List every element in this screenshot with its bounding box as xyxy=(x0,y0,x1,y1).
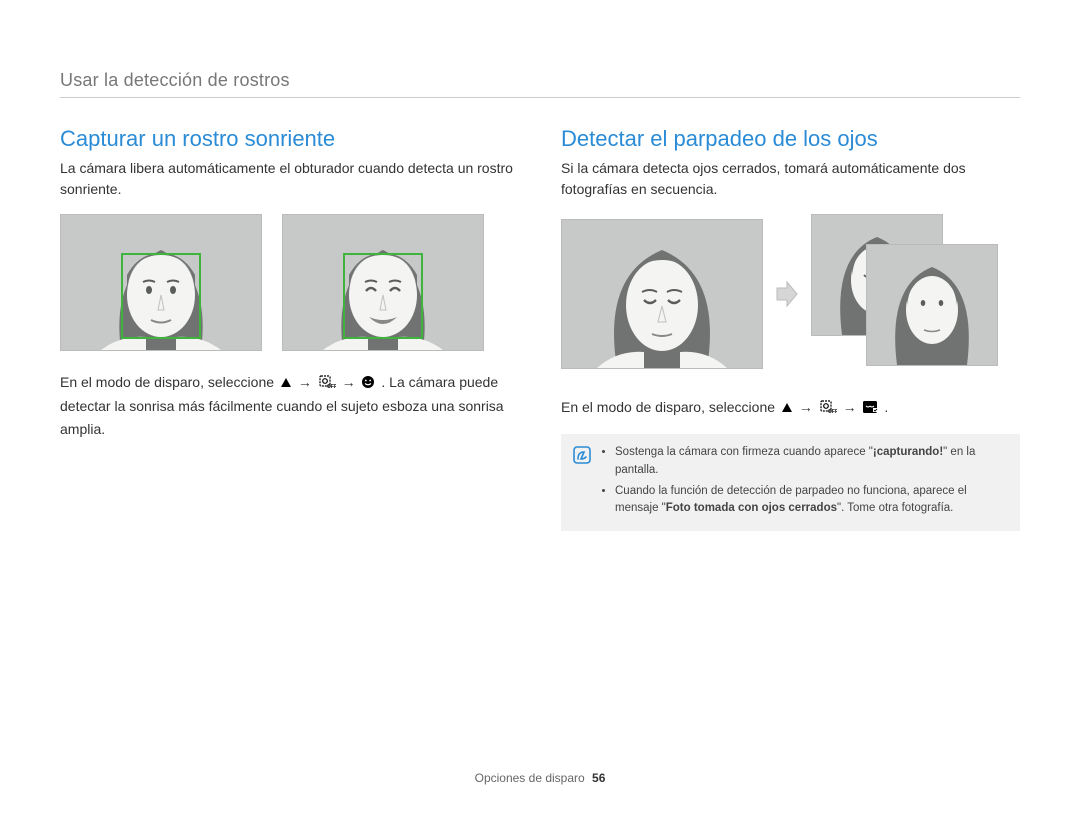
face-detect-box xyxy=(121,253,201,339)
sequence-frame-2 xyxy=(866,244,998,366)
smile-face-icon xyxy=(361,373,375,395)
arrow-glyph: → xyxy=(298,374,312,390)
face-detect-box xyxy=(343,253,423,339)
instr-text: En el modo de disparo, seleccione xyxy=(60,374,278,390)
arrow-right-icon xyxy=(775,280,799,308)
lead-smile: La cámara libera automáticamente el obtu… xyxy=(60,158,519,200)
page-footer: Opciones de disparo 56 xyxy=(0,771,1080,785)
footer-label: Opciones de disparo xyxy=(475,771,585,785)
page-number: 56 xyxy=(592,771,605,785)
breadcrumb: Usar la detección de rostros xyxy=(60,70,1020,98)
up-triangle-icon xyxy=(280,373,292,395)
thumbnail-face-smiling xyxy=(282,214,484,351)
thumbnail-eyes-closed xyxy=(561,219,763,369)
arrow-glyph: → xyxy=(799,399,813,415)
note-item: Sostenga la cámara con firmeza cuando ap… xyxy=(615,444,1008,479)
instruction-smile: En el modo de disparo, seleccione → OFF … xyxy=(60,371,519,440)
lead-blink: Si la cámara detecta ojos cerrados, toma… xyxy=(561,158,1020,200)
right-column: Detectar el parpadeo de los ojos Si la c… xyxy=(561,126,1020,531)
blink-detect-icon xyxy=(862,398,878,420)
instr-text: En el modo de disparo, seleccione xyxy=(561,399,779,415)
face-off-icon: OFF xyxy=(819,398,837,420)
thumbnail-stack-sequence xyxy=(811,214,1011,374)
heading-blink-detect: Detectar el parpadeo de los ojos xyxy=(561,126,1020,152)
arrow-glyph: → xyxy=(843,399,857,415)
arrow-glyph: → xyxy=(342,374,356,390)
svg-text:OFF: OFF xyxy=(828,409,837,414)
info-icon xyxy=(573,446,591,521)
instr-text: . xyxy=(884,399,888,415)
thumbnail-face-neutral xyxy=(60,214,262,351)
svg-text:OFF: OFF xyxy=(327,384,336,389)
heading-smile-shot: Capturar un rostro sonriente xyxy=(60,126,519,152)
blink-illustration xyxy=(561,214,1020,374)
up-triangle-icon xyxy=(781,398,793,420)
manual-page: Usar la detección de rostros Capturar un… xyxy=(0,0,1080,815)
left-column: Capturar un rostro sonriente La cámara l… xyxy=(60,126,519,531)
content-columns: Capturar un rostro sonriente La cámara l… xyxy=(60,126,1020,531)
note-list: Sostenga la cámara con firmeza cuando ap… xyxy=(601,444,1008,521)
smile-thumbnails xyxy=(60,214,519,351)
face-off-icon: OFF xyxy=(318,373,336,395)
note-item: Cuando la función de detección de parpad… xyxy=(615,483,1008,518)
instruction-blink: En el modo de disparo, seleccione → OFF … xyxy=(561,396,1020,420)
note-box: Sostenga la cámara con firmeza cuando ap… xyxy=(561,434,1020,531)
